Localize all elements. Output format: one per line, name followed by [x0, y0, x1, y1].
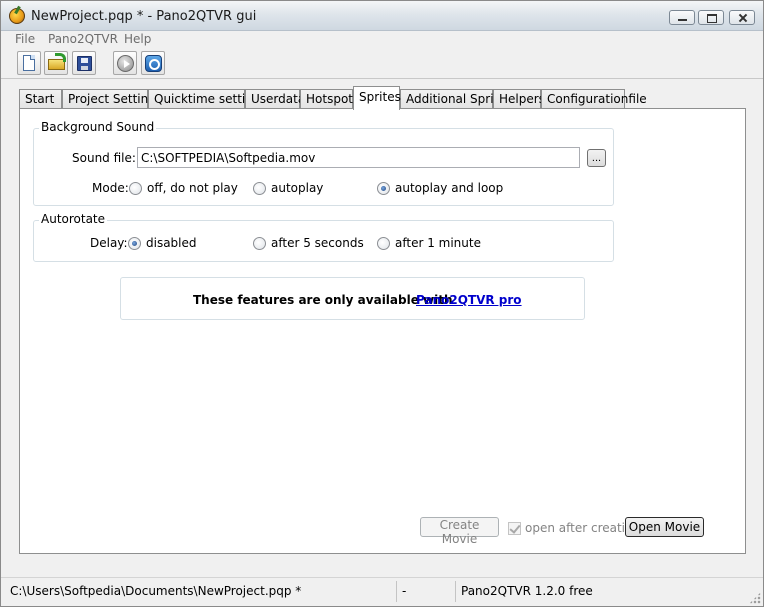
- autorotate-label: Autorotate: [39, 212, 108, 226]
- open-after-creation-checkbox[interactable]: open after creation: [508, 521, 640, 535]
- save-project-button[interactable]: [72, 51, 96, 75]
- open-folder-icon: [48, 53, 66, 70]
- tab-quicktime-settings[interactable]: Quicktime settings: [148, 89, 267, 109]
- tab-helpers[interactable]: Helpers: [493, 89, 545, 109]
- app-logo-icon: [9, 8, 25, 24]
- title-bar[interactable]: NewProject.pqp * - Pano2QTVR gui: [1, 1, 763, 31]
- delay-disabled-radio[interactable]: disabled: [128, 236, 197, 250]
- radio-indicator: [377, 181, 390, 195]
- delay-label: Delay:: [90, 236, 128, 250]
- minimize-button[interactable]: [669, 10, 695, 25]
- maximize-button[interactable]: [698, 10, 724, 25]
- mode-off-label: off, do not play: [147, 181, 238, 195]
- quicktime-icon: [145, 55, 162, 72]
- background-sound-label: Background Sound: [39, 120, 157, 134]
- radio-indicator: [128, 236, 141, 250]
- tab-additional-sprites[interactable]: Additional Sprites: [400, 89, 512, 109]
- close-button[interactable]: [729, 10, 755, 25]
- window-title: NewProject.pqp * - Pano2QTVR gui: [31, 9, 257, 24]
- radio-indicator: [253, 181, 266, 195]
- browse-sound-button[interactable]: ...: [587, 149, 606, 167]
- tab-hotspots[interactable]: Hotspots: [300, 89, 359, 109]
- menu-help[interactable]: Help: [124, 32, 151, 46]
- sound-file-label: Sound file:: [72, 151, 136, 165]
- app-window: NewProject.pqp * - Pano2QTVR gui File Pa…: [0, 0, 764, 607]
- play-icon: [117, 55, 134, 72]
- menu-file[interactable]: File: [15, 32, 35, 46]
- tab-start[interactable]: Start: [19, 89, 62, 109]
- radio-indicator: [253, 236, 266, 250]
- new-project-button[interactable]: [17, 51, 41, 75]
- autorotate-group: Autorotate Delay: disabled after 5 secon…: [33, 212, 614, 262]
- resize-grip-icon[interactable]: [749, 592, 761, 604]
- delay-5-seconds-label: after 5 seconds: [271, 236, 364, 250]
- status-middle: -: [398, 581, 456, 602]
- sound-file-input[interactable]: [137, 147, 580, 168]
- status-file-path: C:\Users\Softpedia\Documents\NewProject.…: [6, 581, 397, 602]
- tab-userdata[interactable]: Userdata: [245, 89, 305, 109]
- status-bar: C:\Users\Softpedia\Documents\NewProject.…: [1, 577, 763, 606]
- mode-off-radio[interactable]: off, do not play: [129, 181, 238, 195]
- tab-project-settings[interactable]: Project Settings: [62, 89, 162, 109]
- tab-sprites[interactable]: Sprites: [353, 86, 401, 110]
- new-document-icon: [23, 55, 35, 71]
- mode-autoplay-loop-label: autoplay and loop: [395, 181, 504, 195]
- create-movie-button[interactable]: Create Movie: [420, 517, 499, 546]
- checkbox-indicator: [508, 521, 521, 535]
- quicktime-button[interactable]: [141, 51, 165, 75]
- delay-1-minute-radio[interactable]: after 1 minute: [377, 236, 481, 250]
- floppy-disk-icon: [77, 56, 92, 71]
- pro-notice-box: These features are only available with P…: [120, 277, 585, 320]
- menu-pano2qtvr[interactable]: Pano2QTVR: [48, 32, 118, 46]
- mode-autoplay-label: autoplay: [271, 181, 324, 195]
- toolbar: [1, 48, 763, 79]
- pro-version-link[interactable]: Pano2QTVR pro: [416, 293, 522, 307]
- open-project-button[interactable]: [44, 51, 68, 75]
- sprites-panel: Background Sound Sound file: ... Mode: o…: [19, 108, 746, 554]
- open-movie-button[interactable]: Open Movie: [625, 517, 704, 537]
- status-version: Pano2QTVR 1.2.0 free: [461, 584, 593, 598]
- delay-1-minute-label: after 1 minute: [395, 236, 481, 250]
- menu-bar: File Pano2QTVR Help: [1, 31, 763, 47]
- tab-configurationfile[interactable]: Configurationfile: [541, 89, 647, 109]
- radio-indicator: [377, 236, 390, 250]
- delay-5-seconds-radio[interactable]: after 5 seconds: [253, 236, 364, 250]
- run-button[interactable]: [113, 51, 137, 75]
- pro-notice-text: These features are only available with: [193, 293, 453, 307]
- mode-label: Mode:: [92, 181, 129, 195]
- delay-disabled-label: disabled: [146, 236, 197, 250]
- open-after-creation-label: open after creation: [525, 521, 640, 535]
- background-sound-group: Background Sound Sound file: ... Mode: o…: [33, 120, 614, 206]
- mode-autoplay-radio[interactable]: autoplay: [253, 181, 323, 195]
- radio-indicator: [129, 181, 142, 195]
- mode-autoplay-loop-radio[interactable]: autoplay and loop: [377, 181, 503, 195]
